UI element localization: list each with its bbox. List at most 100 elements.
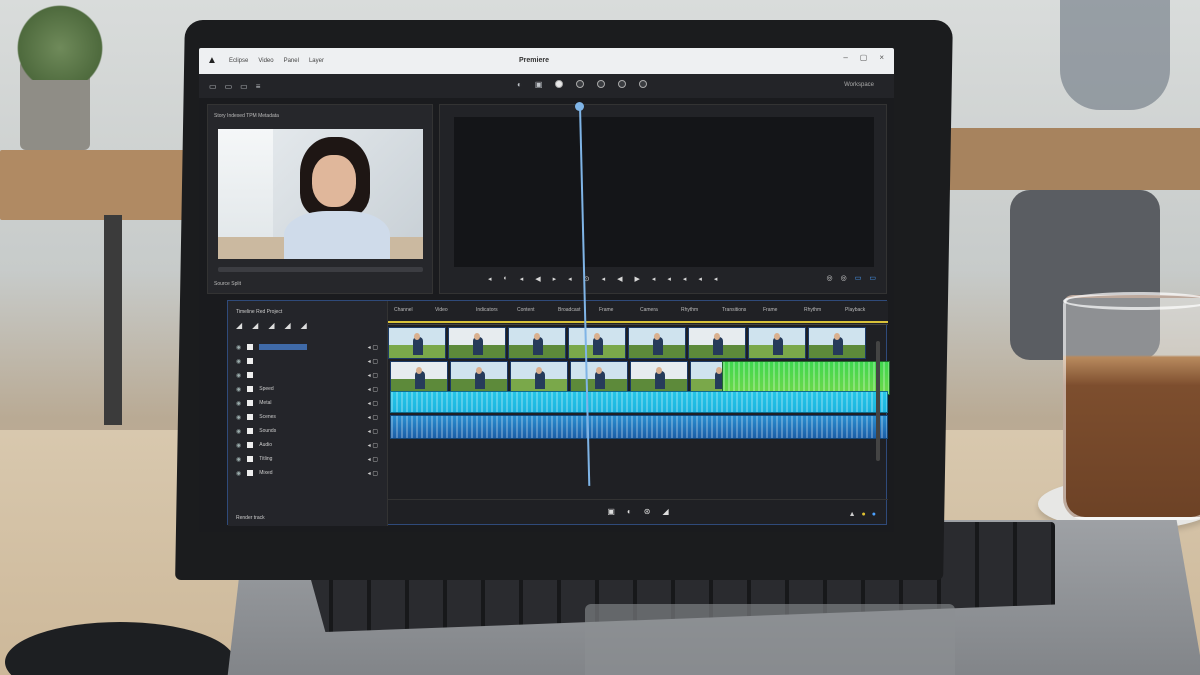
audio-clip-blue[interactable]: [390, 415, 888, 439]
video-clip[interactable]: [390, 361, 448, 393]
source-thumbnail[interactable]: [218, 129, 423, 259]
track-toggle-icon[interactable]: ◂ ▢: [368, 470, 378, 477]
transport-control[interactable]: ◂: [488, 275, 492, 283]
track-header-row[interactable]: ◉ Metal ◂ ▢: [236, 397, 378, 409]
marker-icon[interactable]: ●: [862, 511, 866, 518]
workspace-label[interactable]: Workspace: [844, 82, 874, 88]
track-header-row[interactable]: ◉ Speed ◂ ▢: [236, 383, 378, 395]
transport-control[interactable]: ▸: [553, 275, 557, 283]
close-icon[interactable]: ×: [879, 53, 884, 62]
warning-icon[interactable]: ▲: [849, 511, 856, 518]
track-toggle-icon[interactable]: ◂ ▢: [368, 442, 378, 449]
transport-control[interactable]: ◐: [504, 275, 508, 283]
transport-control[interactable]: ◂: [652, 275, 656, 283]
track-checkbox[interactable]: [247, 428, 254, 434]
video-clip[interactable]: [388, 327, 446, 359]
track-toggle-icon[interactable]: ◂ ▢: [368, 428, 378, 435]
track-toggle-icon[interactable]: ◂ ▢: [368, 400, 378, 407]
track-checkbox[interactable]: [247, 400, 254, 406]
menu-panel[interactable]: Panel: [284, 58, 299, 64]
video-clip[interactable]: [628, 327, 686, 359]
video-clip[interactable]: [508, 327, 566, 359]
eye-icon[interactable]: ◉: [236, 358, 241, 365]
transport-control[interactable]: ◂: [714, 275, 718, 283]
track-checkbox[interactable]: [247, 344, 254, 350]
video-clip[interactable]: [688, 327, 746, 359]
transport-control[interactable]: ◂: [568, 275, 572, 283]
track-checkbox[interactable]: [247, 442, 254, 448]
video-clip[interactable]: [450, 361, 508, 393]
menu-layer[interactable]: Layer: [309, 58, 324, 64]
program-right-control[interactable]: ▭: [855, 274, 862, 282]
save-icon[interactable]: ▣: [607, 507, 615, 516]
transport-control[interactable]: ◂: [602, 275, 606, 283]
track-toggle-icon[interactable]: ◂ ▢: [368, 344, 378, 351]
transport-control[interactable]: ◂: [698, 275, 702, 283]
eye-icon[interactable]: ◉: [236, 386, 241, 393]
audio-icon[interactable]: ◢: [662, 507, 668, 516]
menu-icon[interactable]: ≡: [256, 82, 261, 91]
program-right-control[interactable]: ◎: [827, 274, 833, 282]
program-right-control[interactable]: ▭: [869, 274, 876, 282]
video-clip[interactable]: [808, 327, 866, 359]
dot-icon[interactable]: [576, 80, 585, 88]
work-area-bar[interactable]: [388, 321, 888, 323]
track-header-row[interactable]: ◉ ◂ ▢: [236, 355, 378, 367]
video-clip[interactable]: [510, 361, 568, 393]
transport-control[interactable]: ◂: [520, 275, 524, 283]
circle-icon[interactable]: [618, 80, 627, 88]
eye-icon[interactable]: ◉: [236, 442, 241, 449]
track-toggle-icon[interactable]: ◂ ▢: [368, 386, 378, 393]
program-right-control[interactable]: ◎: [841, 274, 847, 282]
razor-tool-icon[interactable]: ◢: [236, 321, 242, 330]
track-checkbox[interactable]: [247, 470, 254, 476]
playhead-handle[interactable]: [575, 102, 584, 111]
crop-icon[interactable]: ▣: [535, 80, 543, 89]
record-dot-icon[interactable]: [555, 80, 564, 88]
eye-icon[interactable]: ◉: [236, 456, 241, 463]
eye-icon[interactable]: ◉: [236, 372, 241, 379]
track-checkbox[interactable]: [247, 456, 254, 462]
audio-clip-cyan[interactable]: [390, 391, 888, 413]
track-header-row[interactable]: ◉ Titling ◂ ▢: [236, 453, 378, 465]
menu-video[interactable]: Video: [258, 58, 273, 64]
maximize-icon[interactable]: ▢: [860, 53, 868, 62]
timeline-scrollbar[interactable]: [876, 341, 880, 461]
eye-icon[interactable]: ◉: [236, 428, 241, 435]
video-clip[interactable]: [748, 327, 806, 359]
circle-icon[interactable]: [639, 80, 648, 88]
folder-icon[interactable]: ▭: [225, 82, 233, 91]
transport-control[interactable]: ◂: [667, 275, 671, 283]
source-scrubber[interactable]: [218, 267, 423, 272]
pen-tool-icon[interactable]: ◢: [268, 321, 274, 330]
track-header-row[interactable]: ◉ Sounds ◂ ▢: [236, 425, 378, 437]
settings-icon[interactable]: ●: [872, 511, 876, 518]
brush-icon[interactable]: ◐: [517, 80, 522, 89]
track-toggle-icon[interactable]: ◂ ▢: [368, 414, 378, 421]
export-icon[interactable]: ▭: [240, 82, 248, 91]
track-selection[interactable]: [259, 344, 308, 350]
transport-control[interactable]: ◀: [617, 275, 622, 283]
track-header-row[interactable]: ◉ Scenes ◂ ▢: [236, 411, 378, 423]
slip-tool-icon[interactable]: ◢: [301, 321, 307, 330]
eye-icon[interactable]: ◉: [236, 414, 241, 421]
video-clip[interactable]: [630, 361, 688, 393]
track-header-row[interactable]: ◉ Mixed ◂ ▢: [236, 467, 378, 479]
audio-clip-green[interactable]: [722, 361, 890, 395]
mask-icon[interactable]: ◐: [627, 507, 632, 516]
track-header-row[interactable]: ◉ Audio ◂ ▢: [236, 439, 378, 451]
track-header-row[interactable]: ◉ ◂ ▢: [236, 369, 378, 381]
menu-eclipse[interactable]: Eclipse: [229, 58, 248, 64]
track-toggle-icon[interactable]: ◂ ▢: [368, 358, 378, 365]
transport-control[interactable]: ◂: [683, 275, 687, 283]
transport-control[interactable]: ◀: [535, 275, 540, 283]
eye-icon[interactable]: ◉: [236, 470, 241, 477]
eye-icon[interactable]: ◉: [236, 400, 241, 407]
select-tool-icon[interactable]: ◢: [252, 321, 258, 330]
minimize-icon[interactable]: –: [843, 53, 847, 62]
video-clip[interactable]: [570, 361, 628, 393]
video-clip[interactable]: [448, 327, 506, 359]
track-toggle-icon[interactable]: ◂ ▢: [368, 456, 378, 463]
track-header-row[interactable]: ◉ ◂ ▢: [236, 341, 378, 353]
program-viewer[interactable]: [454, 117, 874, 267]
